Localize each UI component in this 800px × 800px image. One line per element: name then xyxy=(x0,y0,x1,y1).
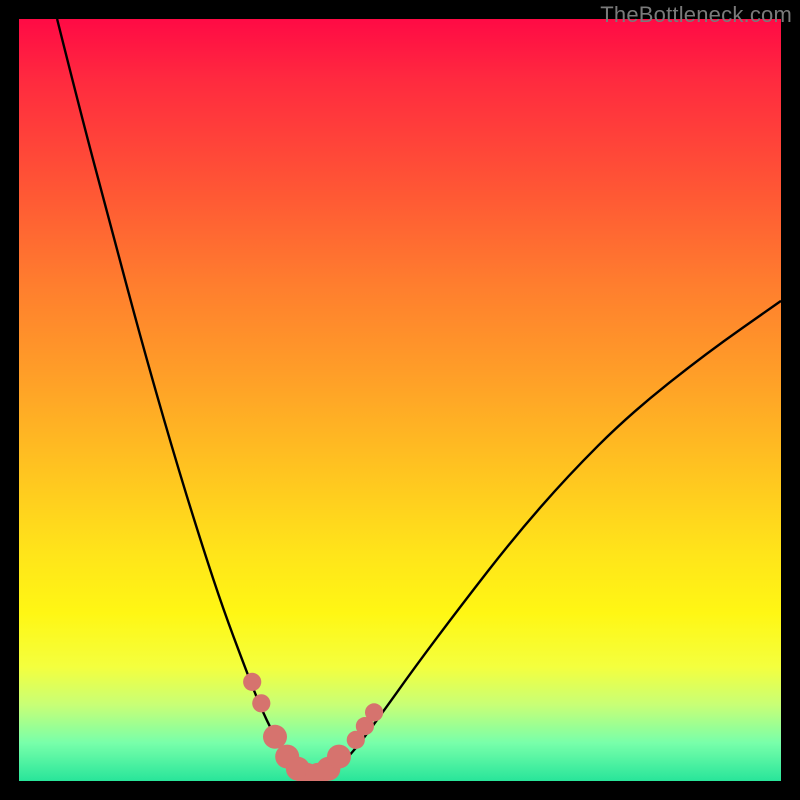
curve-marker xyxy=(365,703,383,721)
chart-area xyxy=(19,19,781,781)
curve-marker xyxy=(243,673,261,691)
chart-svg xyxy=(19,19,781,781)
watermark-text: TheBottleneck.com xyxy=(600,2,792,28)
curve-marker xyxy=(252,694,270,712)
curve-marker xyxy=(263,725,287,749)
curve-markers xyxy=(243,673,383,781)
bottleneck-curve xyxy=(57,19,781,777)
curve-marker xyxy=(327,745,351,769)
